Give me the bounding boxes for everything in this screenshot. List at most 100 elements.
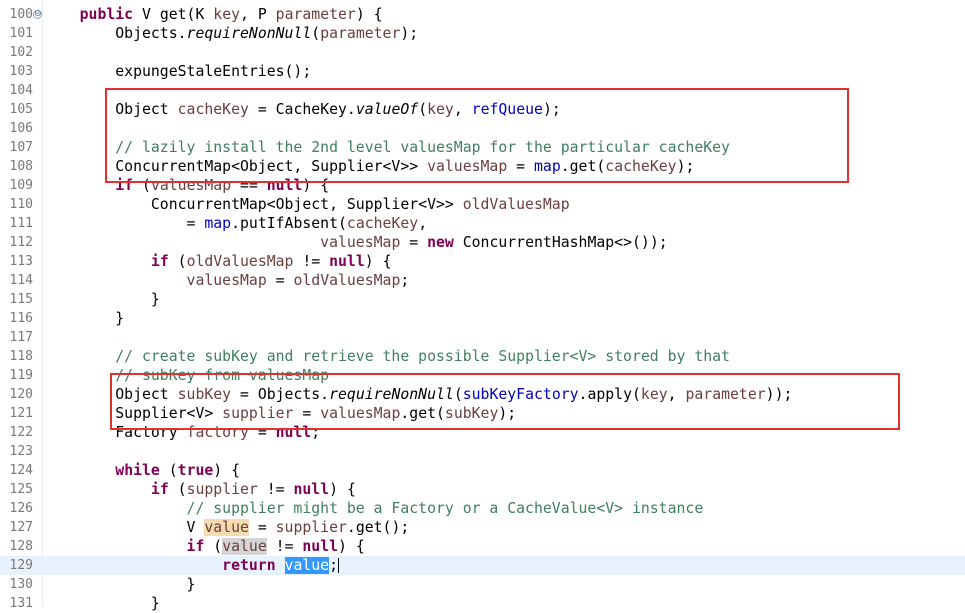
code-text[interactable]: while (true) { [44,461,240,480]
code-text[interactable]: ConcurrentMap<Object, Supplier<V>> oldVa… [44,195,570,214]
code-text[interactable]: valuesMap = new ConcurrentHashMap<>()); [44,233,668,252]
code-line[interactable]: 108 ConcurrentMap<Object, Supplier<V>> v… [0,157,965,176]
code-token: parameter [685,386,766,403]
code-line[interactable]: 123 [0,442,965,461]
code-text[interactable]: if (oldValuesMap != null) { [44,252,392,271]
code-line[interactable]: 122 Factory factory = null; [0,423,965,442]
code-text[interactable]: Objects.requireNonNull(parameter); [44,24,418,43]
line-number: 100 [9,7,33,22]
code-token: parameter [320,25,401,42]
code-line[interactable]: 131 } [0,594,965,613]
code-line[interactable]: 115 } [0,290,965,309]
line-number: 121 [9,406,33,421]
code-line[interactable]: 114 valuesMap = oldValuesMap; [0,271,965,290]
fold-collapse-icon[interactable]: ⊖ [33,10,42,19]
code-token: ); [400,25,419,42]
code-line[interactable]: 111 = map.putIfAbsent(cacheKey, [0,214,965,233]
code-text[interactable]: Factory factory = null; [44,423,320,442]
code-text[interactable]: // supplier might be a Factory or a Cach… [44,499,704,518]
code-line[interactable]: 102 [0,43,965,62]
code-line[interactable]: 103 expungeStaleEntries(); [0,62,965,81]
code-text[interactable]: = map.putIfAbsent(cacheKey, [44,214,428,233]
code-line[interactable]: 125 if (supplier != null) { [0,480,965,499]
code-text[interactable]: if (supplier != null) { [44,480,356,499]
code-line[interactable]: 100 ⊖ public V get(K key, P parameter) { [0,5,965,24]
line-number: 118 [9,349,33,364]
code-text[interactable]: if (value != null) { [44,537,365,556]
code-text[interactable]: valuesMap = oldValuesMap; [44,271,410,290]
code-token: } [44,291,160,308]
line-number: 106 [9,121,33,136]
code-token: null [275,424,312,441]
code-token: , [453,101,472,118]
code-text[interactable]: } [44,290,160,309]
code-text[interactable]: Object cacheKey = CacheKey.valueOf(key, … [44,100,561,119]
code-line[interactable]: 112 valuesMap = new ConcurrentHashMap<>(… [0,233,965,252]
line-number: 120 [9,387,33,402]
code-token: Objects. [44,25,187,42]
code-line[interactable]: 107 // lazily install the 2nd level valu… [0,138,965,157]
code-token: // supplier might be a Factory or a Cach… [44,500,704,517]
code-line[interactable]: 128 if (value != null) { [0,537,965,556]
line-number: 119 [9,368,33,383]
code-line[interactable]: 116 } [0,309,965,328]
code-line[interactable]: 106 [0,119,965,138]
line-number: 114 [9,273,33,288]
code-line[interactable]: 117 [0,328,965,347]
code-token: refQueue [471,101,543,118]
line-number: 129 [9,558,33,573]
code-token: subKey [177,386,232,403]
code-line[interactable]: 119 // subKey from valuesMap [0,366,965,385]
code-line[interactable]: 109 if (valuesMap == null) { [0,176,965,195]
code-token: ConcurrentMap<Object, Supplier<V>> [44,158,428,175]
line-number: 110 [9,197,33,212]
code-text[interactable]: ConcurrentMap<Object, Supplier<V>> value… [44,157,694,176]
line-number: 104 [9,83,33,98]
code-line[interactable]: 120 Object subKey = Objects.requireNonNu… [0,385,965,404]
code-token: key [640,386,668,403]
code-text[interactable]: return value; [44,556,340,575]
code-token: cacheKey [346,215,419,232]
code-line[interactable]: 104 [0,81,965,100]
code-token: == [231,177,267,194]
code-text[interactable]: Supplier<V> supplier = valuesMap.get(sub… [44,404,516,423]
line-number: 107 [9,140,33,155]
code-text[interactable]: V value = supplier.get(); [44,518,409,537]
code-text[interactable]: expungeStaleEntries(); [44,62,311,81]
code-line[interactable]: 113 if (oldValuesMap != null) { [0,252,965,271]
code-line[interactable]: 105 Object cacheKey = CacheKey.valueOf(k… [0,100,965,119]
code-text[interactable]: if (valuesMap == null) { [44,176,329,195]
code-line[interactable]: 124 while (true) { [0,461,965,480]
code-line[interactable]: 126 // supplier might be a Factory or a … [0,499,965,518]
line-number: 105 [9,102,33,117]
code-editor[interactable]: 100 ⊖ public V get(K key, P parameter) {1… [0,0,965,612]
code-text[interactable]: // subKey from valuesMap [44,366,329,385]
code-line[interactable]: 127 V value = supplier.get(); [0,518,965,537]
code-text[interactable]: // lazily install the 2nd level valuesMa… [44,138,730,157]
code-line[interactable]: 101 Objects.requireNonNull(parameter); [0,24,965,43]
code-token: // subKey from valuesMap [44,367,330,384]
line-number: 123 [9,444,33,459]
code-token: ) { [338,538,365,555]
code-text[interactable]: public V get(K key, P parameter) { [44,5,383,24]
code-token: ConcurrentHashMap<>()); [453,234,668,251]
code-text[interactable]: } [44,594,160,613]
code-text[interactable]: } [44,309,124,328]
code-line[interactable]: 129 return value; [0,556,965,575]
code-line[interactable]: 130 } [0,575,965,594]
code-line[interactable]: 110 ConcurrentMap<Object, Supplier<V>> o… [0,195,965,214]
code-token: ) { [302,177,330,194]
code-token: ( [133,177,151,194]
code-token: subKey [444,405,499,422]
code-text[interactable]: // create subKey and retrieve the possib… [44,347,730,366]
line-number: 126 [9,501,33,516]
code-token: = [507,158,534,175]
code-token: ); [542,101,561,118]
code-line[interactable]: 118 // create subKey and retrieve the po… [0,347,965,366]
code-token: != [266,538,303,555]
code-token: ( [453,386,463,403]
code-line[interactable]: 121 Supplier<V> supplier = valuesMap.get… [0,404,965,423]
code-text[interactable]: Object subKey = Objects.requireNonNull(s… [44,385,792,404]
code-text[interactable]: } [44,575,196,594]
